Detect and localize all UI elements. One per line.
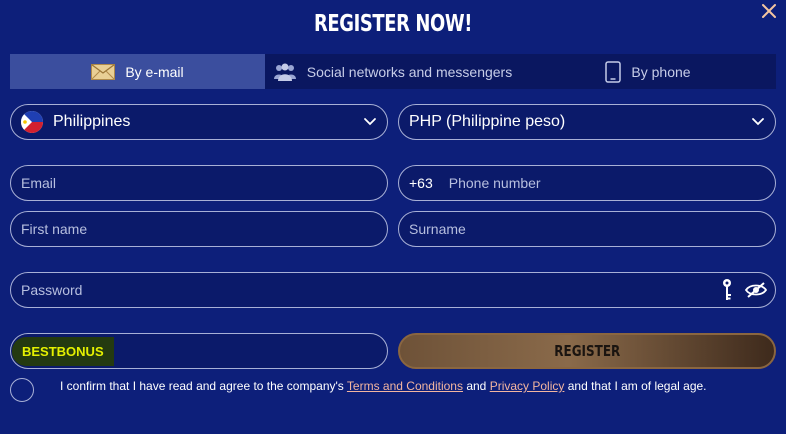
currency-select[interactable]: PHP (Philippine peso): [398, 104, 776, 140]
terms-text: I confirm that I have read and agree to …: [60, 379, 707, 393]
phone-input[interactable]: [448, 175, 765, 191]
chevron-down-icon: [752, 118, 764, 126]
country-value: Philippines: [53, 113, 131, 130]
close-button[interactable]: [758, 0, 780, 22]
promo-code-value: BESTBONUS: [12, 336, 114, 366]
password-input[interactable]: [21, 282, 721, 298]
users-icon: [273, 63, 296, 81]
first-name-input[interactable]: [21, 221, 377, 237]
tab-social-networks-label: Social networks and messengers: [306, 63, 513, 80]
register-button[interactable]: REGISTER: [398, 333, 776, 369]
first-name-field-wrapper: [10, 211, 388, 247]
country-select[interactable]: Philippines: [10, 104, 388, 140]
email-input[interactable]: [21, 175, 377, 191]
terms-and-conditions-link[interactable]: Terms and Conditions: [347, 379, 463, 393]
philippines-flag-icon: [21, 111, 43, 133]
terms-prefix: I confirm that I have read and agree to …: [60, 379, 344, 393]
tab-by-email-label: By e-mail: [125, 63, 184, 80]
tab-by-phone[interactable]: By phone: [520, 54, 776, 89]
toggle-password-visibility-button[interactable]: [745, 282, 767, 298]
phone-country-code: +63: [409, 175, 433, 191]
currency-value: PHP (Philippine peso): [409, 113, 566, 130]
key-icon: [723, 279, 731, 300]
page-title: REGISTER NOW!: [313, 11, 473, 37]
password-generate-button[interactable]: [721, 278, 733, 302]
phone-icon: [605, 60, 622, 83]
tab-by-email[interactable]: By e-mail: [10, 54, 265, 89]
tab-by-phone-label: By phone: [631, 63, 691, 80]
tab-social-networks[interactable]: Social networks and messengers: [265, 54, 520, 89]
terms-checkbox[interactable]: [10, 378, 34, 402]
promo-code-field[interactable]: BESTBONUS: [10, 333, 388, 369]
chevron-down-icon: [364, 118, 376, 126]
registration-method-tabs: By e-mail Social networks and messengers…: [10, 54, 776, 89]
terms-and: and: [466, 379, 487, 393]
surname-field-wrapper: [398, 211, 776, 247]
password-field-wrapper: [10, 272, 776, 308]
envelope-icon: [91, 63, 116, 80]
email-field-wrapper: [10, 165, 388, 201]
eye-slash-icon: [745, 282, 767, 298]
surname-input[interactable]: [409, 221, 765, 237]
phone-field-wrapper: +63: [398, 165, 776, 201]
privacy-policy-link[interactable]: Privacy Policy: [490, 379, 565, 393]
close-icon: [762, 4, 776, 18]
terms-suffix: and that I am of legal age.: [567, 379, 707, 393]
register-button-label: REGISTER: [553, 342, 621, 360]
